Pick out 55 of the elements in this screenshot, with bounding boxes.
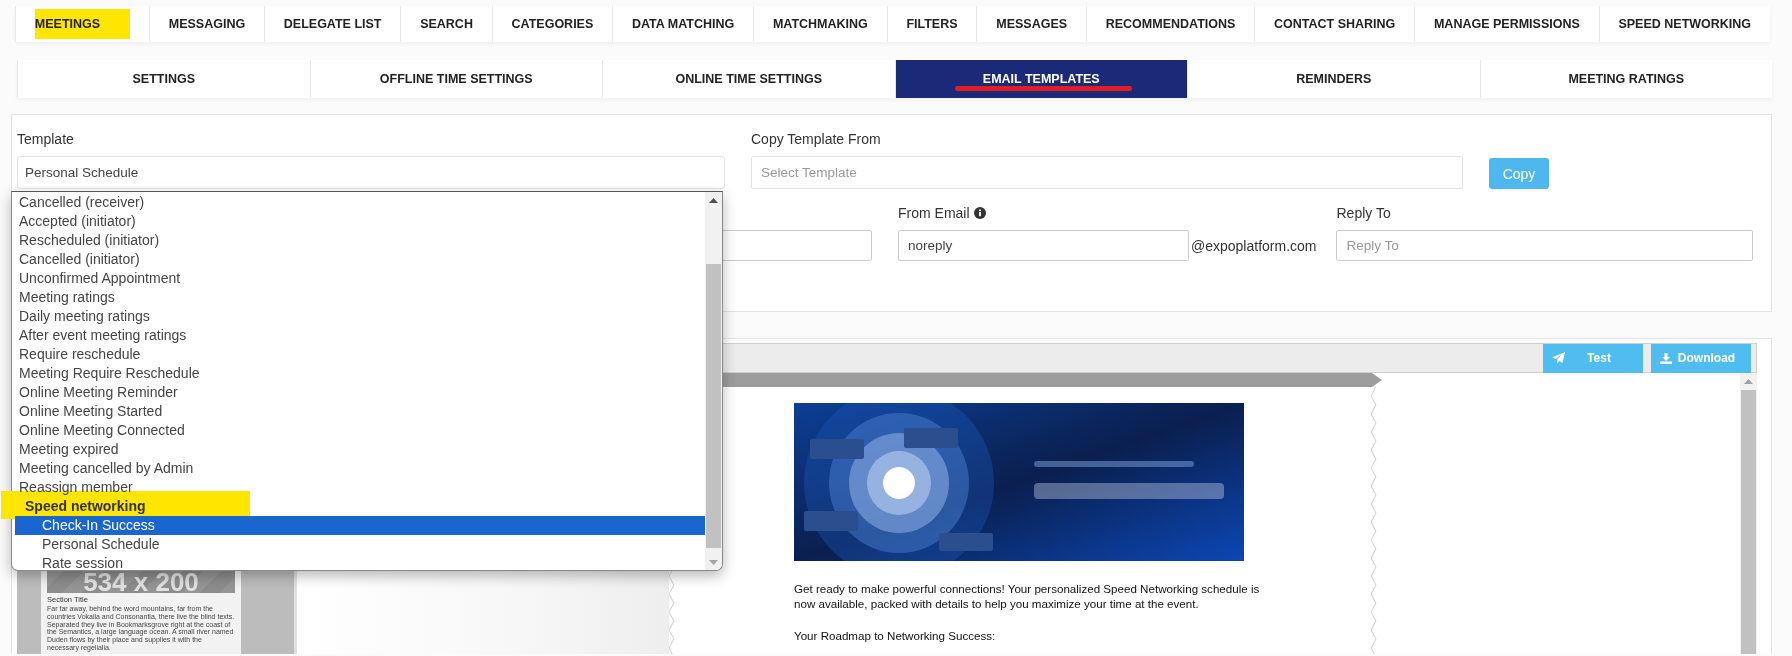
nav-tab[interactable]: MATCHMAKING	[753, 6, 887, 42]
template-select[interactable]: Personal Schedule	[17, 156, 725, 189]
nav-tab[interactable]: CATEGORIES	[491, 6, 613, 42]
download-icon	[1660, 352, 1672, 364]
nav-tab[interactable]: DELEGATE LIST	[264, 6, 401, 42]
dropdown-option[interactable]: Accepted (initiator)	[12, 212, 705, 231]
scroll-thumb[interactable]	[706, 264, 721, 548]
dropdown-option[interactable]: Check-In Success	[15, 516, 705, 535]
dropdown-option[interactable]: Rescheduled (initiator)	[12, 231, 705, 250]
field-label: Template	[17, 130, 75, 148]
email-paragraph: Your Roadmap to Networking Success:	[794, 628, 997, 643]
nav-tab[interactable]: FILTERS	[886, 6, 977, 42]
nav-tab[interactable]: CONTACT SHARING	[1254, 6, 1415, 42]
from-email-field[interactable]: noreply	[898, 230, 1189, 261]
dropdown-option[interactable]: Cancelled (receiver)	[12, 193, 705, 212]
scroll-thumb[interactable]	[1741, 390, 1756, 654]
dropdown-option[interactable]: Cancelled (initiator)	[12, 250, 705, 269]
dropdown-option[interactable]: Meeting ratings	[12, 288, 705, 307]
info-icon	[973, 207, 986, 219]
tab[interactable]: REMINDERS	[1187, 60, 1480, 98]
nav-tab[interactable]: DATA MATCHING	[612, 6, 754, 42]
field-label: Copy Template From	[751, 130, 882, 148]
dropdown-option[interactable]: Online Meeting Reminder	[12, 383, 705, 402]
dropdown-option[interactable]: Online Meeting Started	[12, 402, 705, 421]
copy-template-select[interactable]: Select Template	[751, 156, 1463, 189]
dropdown-option[interactable]: Online Meeting Connected	[12, 421, 705, 440]
email-paragraph: Get ready to make powerful connections! Your personalized Speed Networking schedule is now available, packed with details to help you maximize your time at the event.	[794, 581, 1261, 611]
dropdown-option[interactable]: After event meeting ratings	[12, 326, 705, 345]
nav-tab[interactable]: SEARCH	[400, 6, 492, 42]
field-label: From Email	[898, 204, 970, 222]
field-label: Reply To	[1336, 204, 1392, 222]
tab[interactable]: EMAIL TEMPLATES	[894, 60, 1187, 98]
tab[interactable]: ONLINE TIME SETTINGS	[602, 60, 895, 98]
scroll-up-icon[interactable]	[709, 198, 718, 203]
tab[interactable]: OFFLINE TIME SETTINGS	[309, 60, 602, 98]
nav-tab[interactable]: SPEED NETWORKING	[1598, 6, 1770, 42]
scrollbar[interactable]	[705, 192, 722, 570]
scroll-down-icon[interactable]	[709, 560, 718, 565]
tab[interactable]: MEETING RATINGS	[1479, 60, 1772, 98]
paper-plane-icon	[1552, 352, 1565, 364]
nav-tab[interactable]: MESSAGING	[148, 6, 264, 42]
dropdown-option[interactable]: Meeting expired	[12, 440, 705, 459]
scrollbar[interactable]	[1740, 373, 1757, 654]
dropdown-option[interactable]: Daily meeting ratings	[12, 307, 705, 326]
reply-to-field[interactable]: Reply To	[1336, 230, 1754, 261]
dropdown-option[interactable]: Meeting Require Reschedule	[12, 364, 705, 383]
dropdown-option[interactable]: Meeting cancelled by Admin	[12, 459, 705, 478]
dropdown-option[interactable]: Unconfirmed Appointment	[12, 269, 705, 288]
nav-tab[interactable]: MEETINGS	[34, 9, 131, 39]
dropdown-option[interactable]: Require reschedule	[12, 345, 705, 364]
nav-tab[interactable]: MANAGE PERMISSIONS	[1414, 6, 1599, 42]
nav-tab[interactable]: RECOMMENDATIONS	[1085, 6, 1255, 42]
email-domain: @expoplatform.com	[1191, 236, 1317, 256]
tab[interactable]: SETTINGS	[17, 60, 310, 98]
nav-tab[interactable]: MESSAGES	[976, 6, 1086, 42]
